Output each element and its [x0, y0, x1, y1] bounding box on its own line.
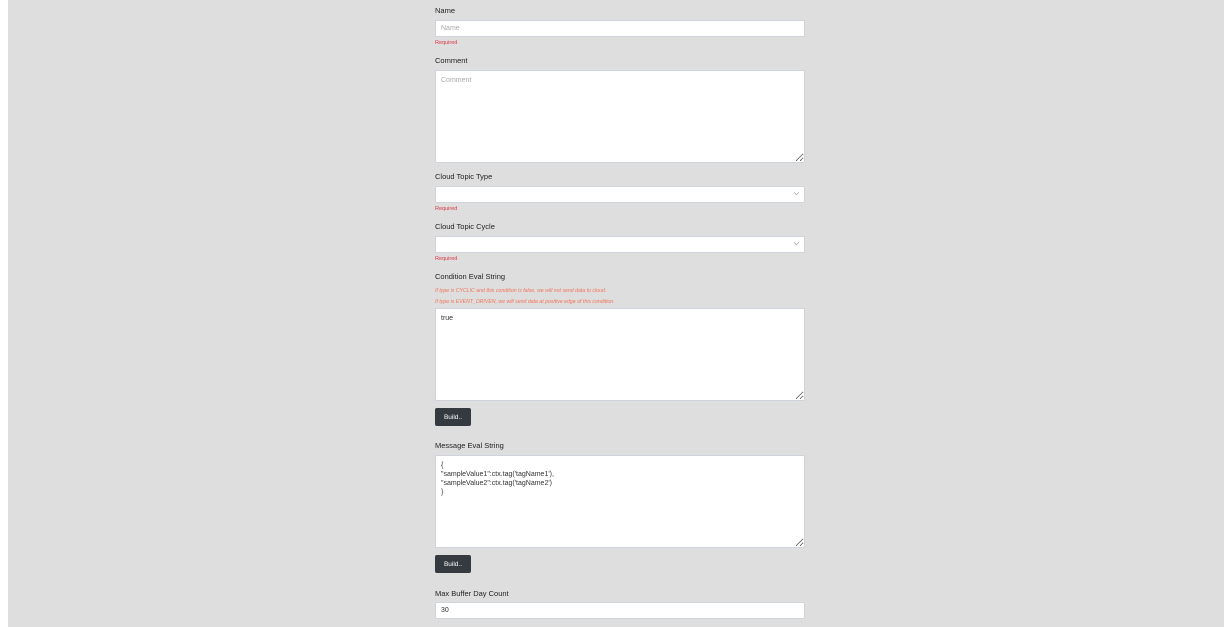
name-required-error: Required [435, 40, 458, 46]
cloud-topic-cycle-label: Cloud Topic Cycle [435, 222, 495, 231]
comment-textarea[interactable] [435, 70, 805, 163]
cloud-topic-cycle-select[interactable]: ⌵ [435, 236, 805, 253]
cloud-topic-cycle-required-error: Required [435, 256, 458, 262]
max-buffer-day-count-label: Max Buffer Day Count [435, 589, 509, 598]
message-build-button[interactable]: Build.. [435, 555, 471, 573]
max-buffer-day-count-input[interactable] [435, 602, 805, 619]
cloud-topic-type-label: Cloud Topic Type [435, 172, 493, 181]
comment-label: Comment [435, 56, 468, 65]
message-eval-textarea[interactable] [435, 455, 805, 548]
condition-eval-label: Condition Eval String [435, 272, 506, 281]
condition-eval-textarea[interactable] [435, 308, 805, 401]
cloud-topic-type-select[interactable]: ⌵ [435, 186, 805, 203]
name-label: Name [435, 6, 456, 15]
page-background: Name Required Comment Cloud Topic Type ⌵… [8, 0, 1224, 627]
condition-eval-hint-cyclic: If type is CYCLIC and this condition is … [435, 288, 607, 294]
chevron-down-icon: ⌵ [793, 190, 799, 197]
condition-build-button[interactable]: Build.. [435, 408, 471, 426]
chevron-down-icon: ⌵ [793, 240, 799, 247]
name-input[interactable] [435, 20, 805, 37]
condition-eval-hint-event-driven: If type is EVENT_DRIVEN, we will send da… [435, 299, 615, 305]
message-eval-label: Message Eval String [435, 441, 504, 450]
cloud-topic-type-required-error: Required [435, 206, 458, 212]
